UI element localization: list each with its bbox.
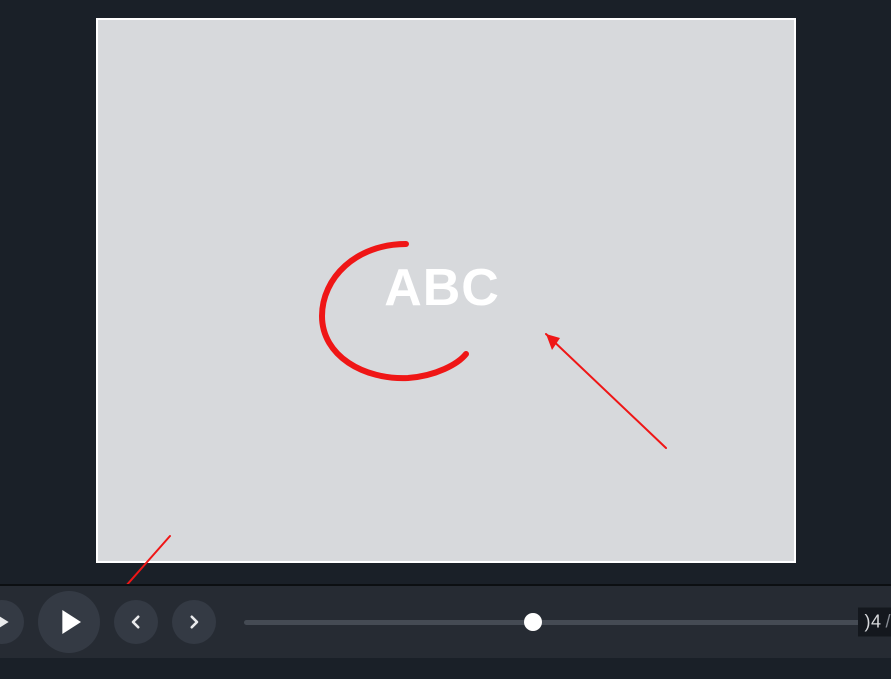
slider-thumb[interactable] xyxy=(524,613,542,631)
counter-current: )4 xyxy=(864,612,881,633)
slide-counter: )4 / xyxy=(858,608,891,637)
previous-button[interactable] xyxy=(114,600,158,644)
playback-toolbar: )4 / xyxy=(0,584,891,658)
slider-track xyxy=(244,620,873,625)
next-button[interactable] xyxy=(172,600,216,644)
slide-stage: ABC xyxy=(0,0,891,584)
play-icon xyxy=(53,606,85,638)
slide-canvas[interactable]: ABC xyxy=(96,18,796,563)
timeline-slider[interactable] xyxy=(216,620,891,625)
play-small-button[interactable] xyxy=(0,600,24,644)
play-main-button[interactable] xyxy=(38,591,100,653)
annotation-arrow-to-text xyxy=(528,320,678,460)
slide-text-abc: ABC xyxy=(384,258,500,318)
playback-controls xyxy=(0,591,216,653)
chevron-left-icon xyxy=(127,613,145,631)
chevron-right-icon xyxy=(185,613,203,631)
counter-separator: / xyxy=(885,612,891,633)
play-icon xyxy=(0,612,12,632)
